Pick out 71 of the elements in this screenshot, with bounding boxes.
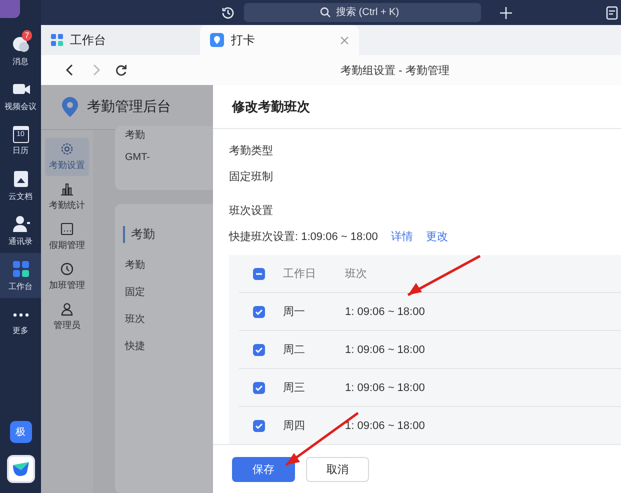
text-label: 固定: [125, 286, 146, 299]
sidebar-item[interactable]: 通讯录: [0, 208, 41, 253]
field-value: 固定班制: [229, 170, 274, 184]
sidebar-item[interactable]: 视频会议: [0, 73, 41, 118]
search-field[interactable]: 搜索 (Ctrl + K): [244, 3, 481, 22]
table-cell: 1: 09:06 ~ 18:00: [345, 344, 425, 356]
sidebar-item[interactable]: 工作台: [0, 253, 41, 298]
table-cell-text: 周二: [283, 343, 306, 357]
check-icon: [255, 384, 263, 392]
contact-icon: [10, 214, 30, 234]
person-icon: [60, 302, 74, 316]
bar-chart-icon: [60, 182, 74, 196]
chat-icon: [10, 34, 30, 54]
field-value: 快捷班次设置: 1:09:06 ~ 18:00: [229, 230, 378, 244]
check-icon: [255, 308, 263, 316]
sidebar-item[interactable]: 更多: [0, 298, 41, 343]
notification-badge: 7: [22, 30, 32, 41]
checkbox[interactable]: [253, 306, 265, 318]
page-title: 考勤组设置 - 考勤管理: [340, 64, 450, 76]
panel-title: 修改考勤班次: [213, 85, 621, 129]
browser-tab[interactable]: 工作台: [41, 25, 200, 55]
clock-icon: [60, 262, 74, 276]
nav-item[interactable]: 考勤统计: [45, 178, 89, 216]
back-icon[interactable]: [65, 64, 75, 76]
check-icon: [255, 422, 263, 430]
text-label: 班次: [125, 312, 146, 326]
text-label: GMT-: [125, 152, 151, 163]
checkbox[interactable]: [253, 420, 265, 432]
table-cell-text: 周一: [283, 305, 306, 319]
text-label: 考勤: [125, 128, 146, 142]
save-button[interactable]: 保存: [232, 456, 295, 482]
gear-icon: [60, 142, 74, 156]
checkbox[interactable]: [253, 268, 265, 280]
level-badge[interactable]: 极: [10, 421, 32, 443]
reload-icon[interactable]: [115, 64, 127, 76]
nav-item[interactable]: 假期管理: [45, 218, 89, 256]
search-icon: [320, 7, 331, 18]
grid-icon: [10, 259, 30, 279]
text-label: 考勤: [125, 258, 146, 272]
link[interactable]: 详情: [390, 229, 413, 244]
table-cell: 1: 09:06 ~ 18:00: [345, 306, 425, 318]
table-cell: 1: 09:06 ~ 18:00: [345, 382, 425, 394]
browser-tab[interactable]: 打卡: [200, 25, 359, 55]
location-pin-icon: [61, 96, 79, 118]
cancel-button[interactable]: 取消: [306, 456, 369, 482]
calendar-icon: [60, 222, 74, 236]
more-icon: [12, 313, 28, 317]
location-pin-icon: [210, 33, 224, 47]
sidebar-item[interactable]: 消息 7: [0, 28, 41, 73]
app-logo-icon: [12, 461, 30, 477]
history-icon[interactable]: [220, 4, 236, 20]
column-header: 班次: [345, 267, 367, 281]
table-cell-text: 周四: [283, 419, 306, 433]
add-icon[interactable]: [500, 6, 512, 18]
grid-icon: [51, 34, 63, 46]
link[interactable]: 更改: [426, 229, 448, 244]
close-icon[interactable]: [340, 36, 349, 44]
column-header: 工作日: [283, 267, 317, 281]
notes-icon[interactable]: [606, 6, 618, 20]
checkbox[interactable]: [253, 344, 265, 356]
check-icon: [255, 346, 263, 354]
checkbox[interactable]: [253, 382, 265, 394]
field-label: 班次设置: [229, 204, 274, 218]
table-cell: 1: 09:06 ~ 18:00: [345, 420, 425, 432]
sidebar-item[interactable]: 云文档: [0, 163, 41, 208]
nav-item[interactable]: 加班管理: [45, 258, 89, 296]
text-label: 快捷: [125, 340, 146, 353]
nav-item[interactable]: 管理员: [45, 298, 89, 336]
table-cell-text: 周三: [283, 381, 306, 395]
app-title: 考勤管理后台: [87, 98, 171, 116]
field-label: 考勤类型: [229, 144, 274, 158]
